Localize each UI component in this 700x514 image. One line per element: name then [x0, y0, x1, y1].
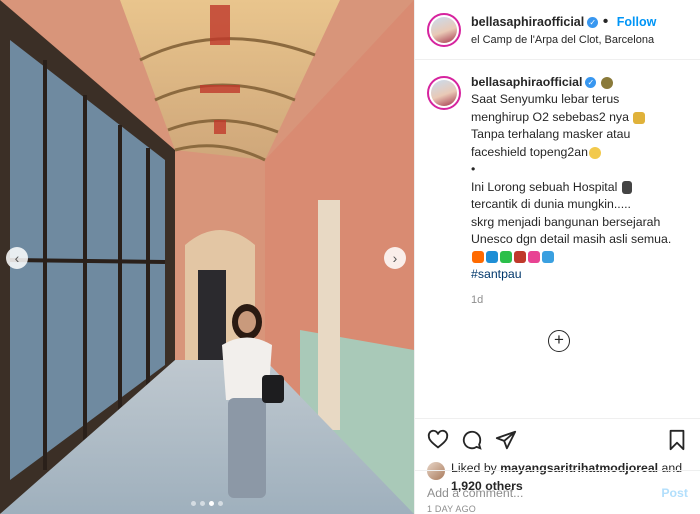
comment-input[interactable]: Add a comment... [427, 486, 661, 500]
verified-badge-icon: ✓ [585, 77, 597, 89]
comment-icon[interactable] [461, 429, 483, 451]
carousel-indicator [0, 501, 414, 506]
caption-block: bellasaphiraofficial ✓ Saat Senyumku leba… [415, 60, 700, 418]
emoji-icon [600, 76, 613, 89]
share-icon[interactable] [495, 429, 517, 451]
post-comment-button[interactable]: Post [661, 486, 688, 500]
caption-line: skrg menjadi bangunan bersejarah [471, 214, 661, 229]
emoji-icon [633, 111, 646, 124]
heart-icon[interactable] [427, 429, 449, 451]
carousel-dot [191, 501, 196, 506]
follow-button[interactable]: Follow [617, 15, 657, 29]
emoji-icon [500, 251, 512, 264]
carousel-dot [200, 501, 205, 506]
bookmark-icon[interactable] [666, 429, 688, 451]
emoji-icon [486, 251, 498, 264]
dot-separator: • [602, 13, 609, 31]
post-photo[interactable]: ‹ › [0, 0, 414, 514]
caption-line: menghirup O2 sebebas2 nya [471, 109, 629, 124]
action-bar [415, 418, 700, 460]
caption-line: faceshield topeng2an [471, 144, 588, 159]
caption-line: Saat Senyumku lebar terus [471, 92, 620, 107]
emoji-icon [514, 251, 526, 264]
carousel-prev-button[interactable]: ‹ [6, 247, 28, 269]
hashtag-link[interactable]: #santpau [471, 266, 671, 283]
caption-username[interactable]: bellasaphiraofficial [471, 75, 582, 89]
emoji-icon [588, 146, 601, 159]
plus-circle-icon: + [554, 330, 564, 349]
caption-age: 1d [471, 294, 484, 307]
comment-box: Add a comment... Post [415, 470, 700, 514]
instagram-post: ‹ › bellasaphiraofficial ✓ • Follow el Ca… [0, 0, 700, 514]
caption-line: Tanpa terhalang masker atau [471, 127, 631, 142]
corridor-image [0, 0, 414, 514]
emoji-icon [542, 251, 554, 264]
caption-line: • [471, 162, 476, 177]
verified-badge-icon: ✓ [587, 16, 599, 28]
caption-avatar[interactable] [427, 76, 461, 110]
emoji-icon [472, 251, 484, 264]
emoji-icon [621, 180, 632, 194]
emoji-icon [528, 251, 540, 264]
avatar[interactable] [427, 12, 461, 47]
post-header: bellasaphiraofficial ✓ • Follow el Camp d… [415, 0, 700, 60]
location-link[interactable]: el Camp de l'Arpa del Clot, Barcelona [471, 33, 656, 48]
carousel-dot [209, 501, 214, 506]
caption-line: Unesco dgn detail masih asli semua. [471, 232, 672, 247]
caption-line: Ini Lorong sebuah Hospital [471, 179, 618, 194]
carousel-dot [218, 501, 223, 506]
chevron-left-icon: ‹ [14, 250, 20, 266]
carousel-next-button[interactable]: › [384, 247, 406, 269]
chevron-right-icon: › [392, 250, 398, 266]
emoji-row [471, 249, 671, 266]
load-more-comments-button[interactable]: + [548, 330, 570, 352]
post-sidebar: bellasaphiraofficial ✓ • Follow el Camp d… [414, 0, 700, 514]
caption-line: tercantik di dunia mungkin..... [471, 197, 631, 212]
username-link[interactable]: bellasaphiraofficial [471, 15, 584, 29]
